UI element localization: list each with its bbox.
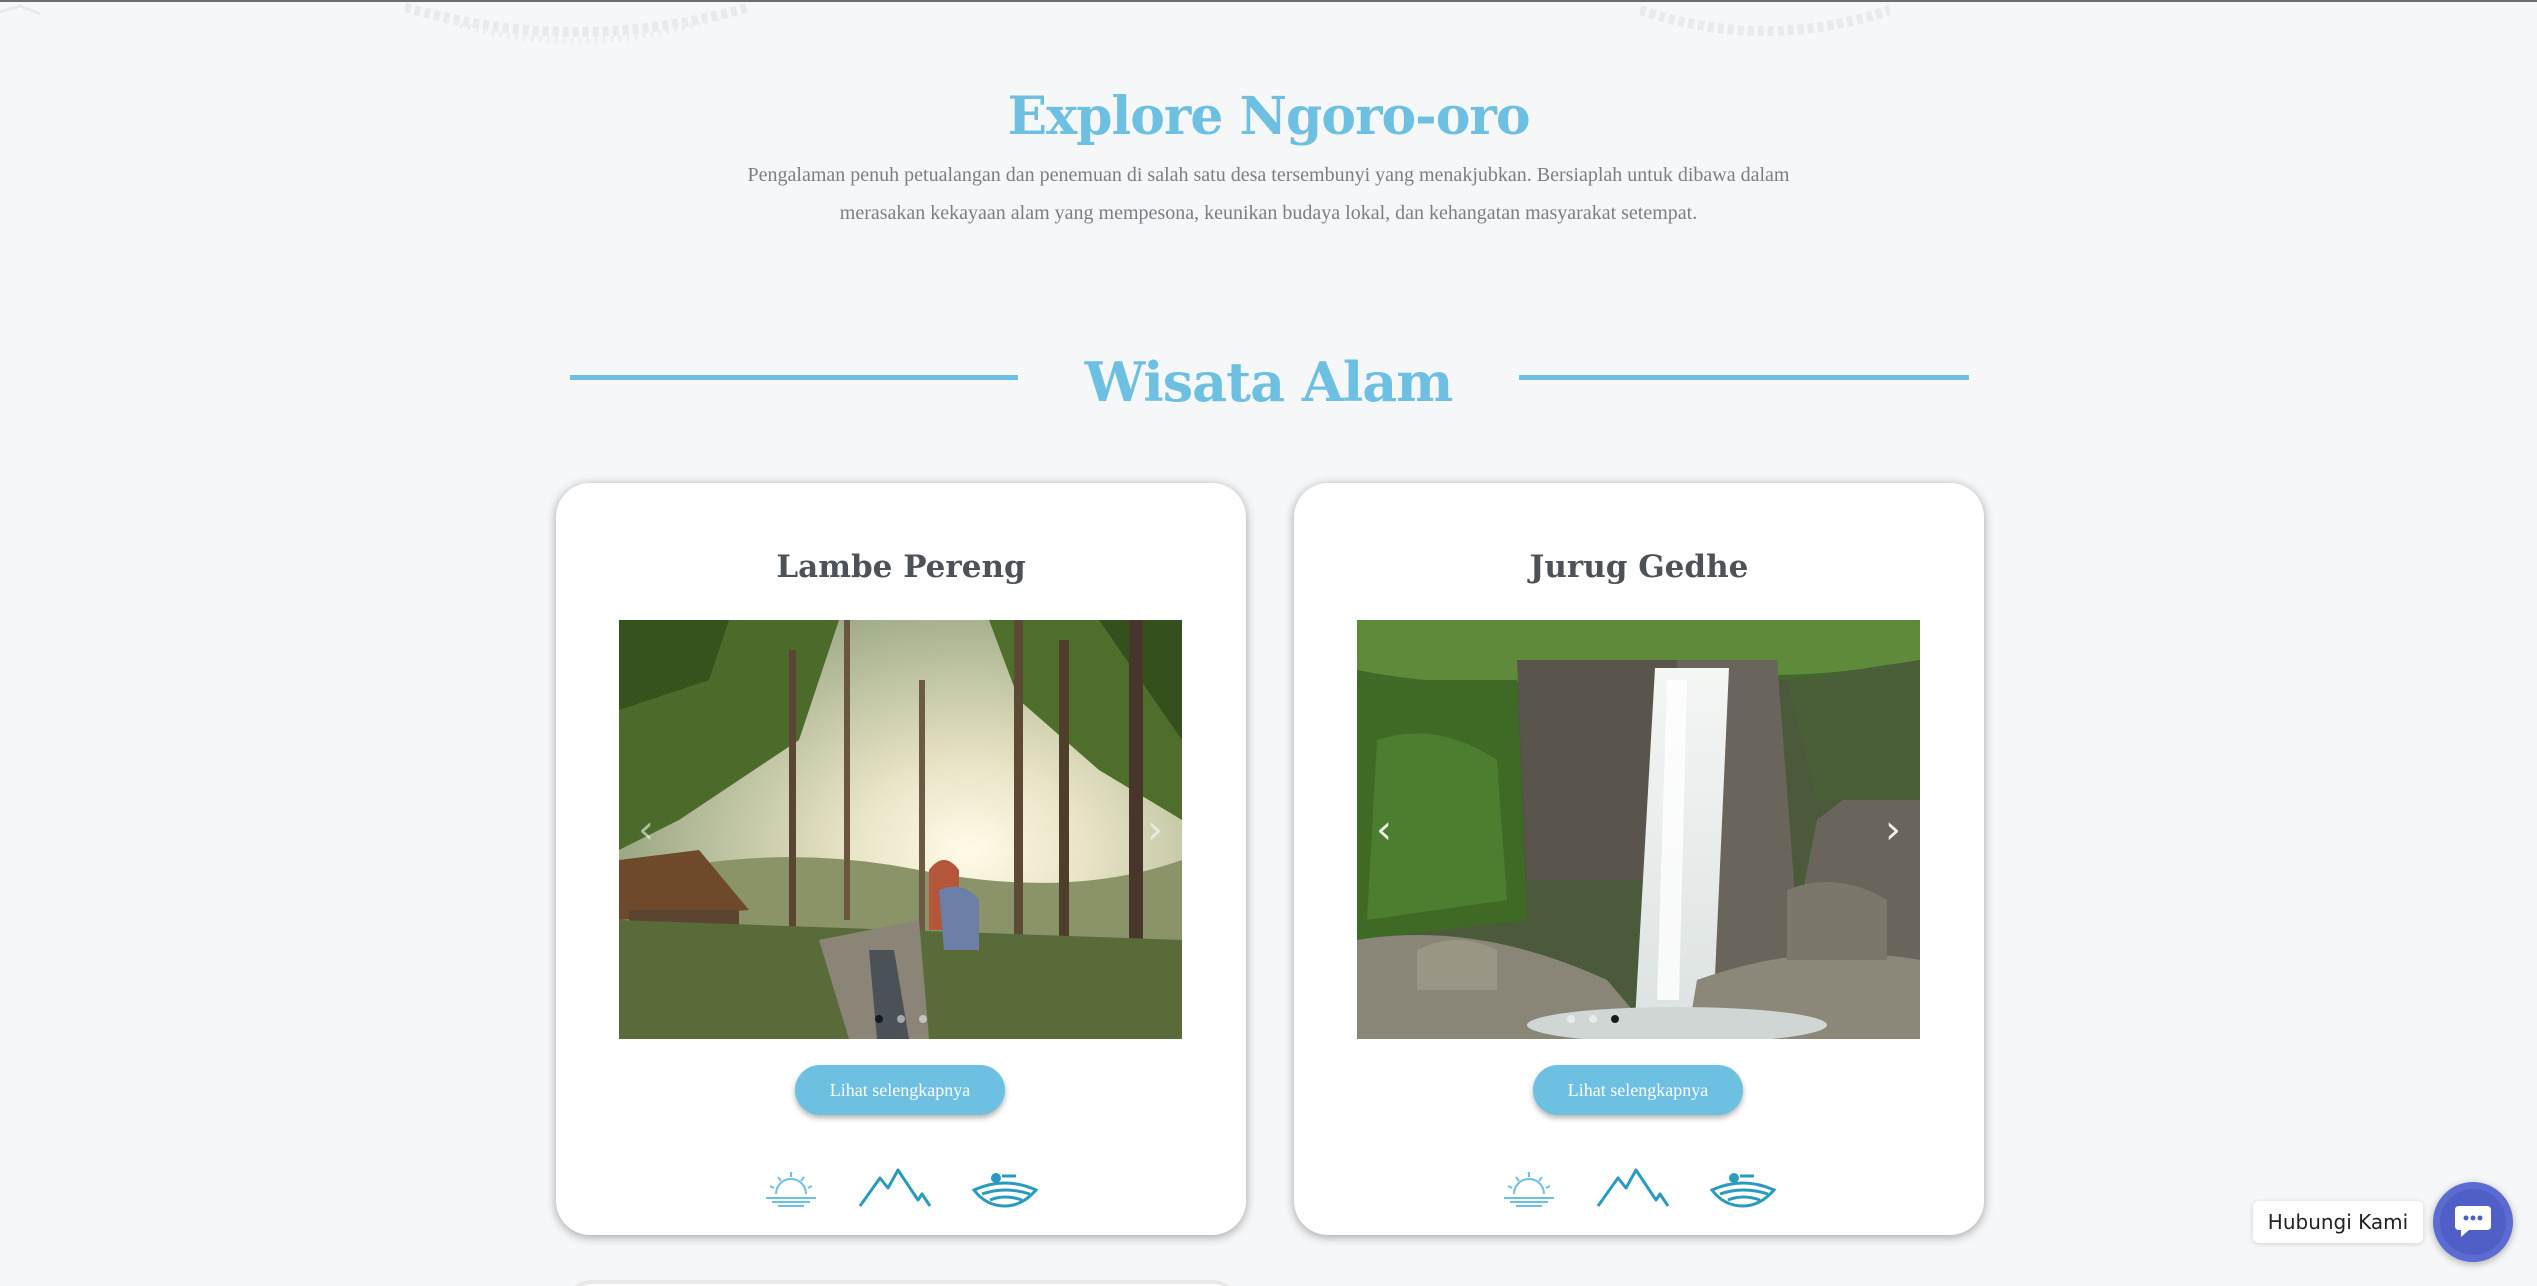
destination-card: Lambe Pereng ‹ › Lihat selengkapnya xyxy=(556,483,1246,1235)
see-more-button[interactable]: Lihat selengkapnya xyxy=(1533,1065,1743,1115)
rice-field-icon xyxy=(1710,1173,1776,1208)
waterfall-photo xyxy=(1357,620,1920,1039)
card-icon-row xyxy=(556,1166,1246,1208)
destination-card: Jurug Gedhe ‹ › Lihat selengkapnya xyxy=(1294,483,1984,1235)
sunrise-icon xyxy=(766,1172,816,1207)
page-title: Explore Ngoro-oro xyxy=(1007,86,1530,147)
carousel-dot[interactable] xyxy=(896,1015,905,1023)
carousel-indicators xyxy=(1567,1015,1619,1023)
card-icon-row xyxy=(1294,1166,1984,1208)
section-divider-left xyxy=(570,375,1018,380)
header-pattern-decoration xyxy=(0,4,40,16)
contact-us-label[interactable]: Hubungi Kami xyxy=(2253,1201,2423,1243)
chat-bubble-icon xyxy=(2455,1206,2491,1237)
header-pattern-decoration xyxy=(1640,5,1890,36)
sunrise-icon xyxy=(1504,1172,1554,1207)
carousel-next-button[interactable]: › xyxy=(1140,810,1170,850)
carousel-dot[interactable] xyxy=(1589,1015,1597,1023)
section-title: Wisata Alam xyxy=(1084,350,1454,414)
carousel-next-button[interactable]: › xyxy=(1878,810,1908,850)
carousel-prev-button[interactable]: ‹ xyxy=(1369,810,1399,850)
mountain-icon xyxy=(858,1168,932,1207)
carousel-indicators xyxy=(619,1015,1182,1023)
carousel-dot[interactable] xyxy=(1611,1015,1619,1023)
image-carousel[interactable]: ‹ › xyxy=(619,620,1182,1039)
carousel-prev-button[interactable]: ‹ xyxy=(631,810,661,850)
card-title: Lambe Pereng xyxy=(776,549,1026,585)
forest-viewpoint-photo xyxy=(619,620,1182,1039)
carousel-dot[interactable] xyxy=(874,1015,883,1023)
chat-button[interactable] xyxy=(2433,1182,2513,1262)
mountain-icon xyxy=(1596,1168,1670,1207)
section-divider-right xyxy=(1519,375,1969,380)
see-more-button[interactable]: Lihat selengkapnya xyxy=(795,1065,1005,1115)
header-pattern-decoration xyxy=(405,2,750,44)
carousel-dot[interactable] xyxy=(918,1015,927,1023)
carousel-dot[interactable] xyxy=(1567,1015,1575,1023)
card-title: Jurug Gedhe xyxy=(1529,549,1749,585)
intro-description: Pengalaman penuh petualangan dan penemua… xyxy=(747,164,1790,224)
rice-field-icon xyxy=(972,1173,1038,1208)
image-carousel[interactable]: ‹ › xyxy=(1357,620,1920,1039)
